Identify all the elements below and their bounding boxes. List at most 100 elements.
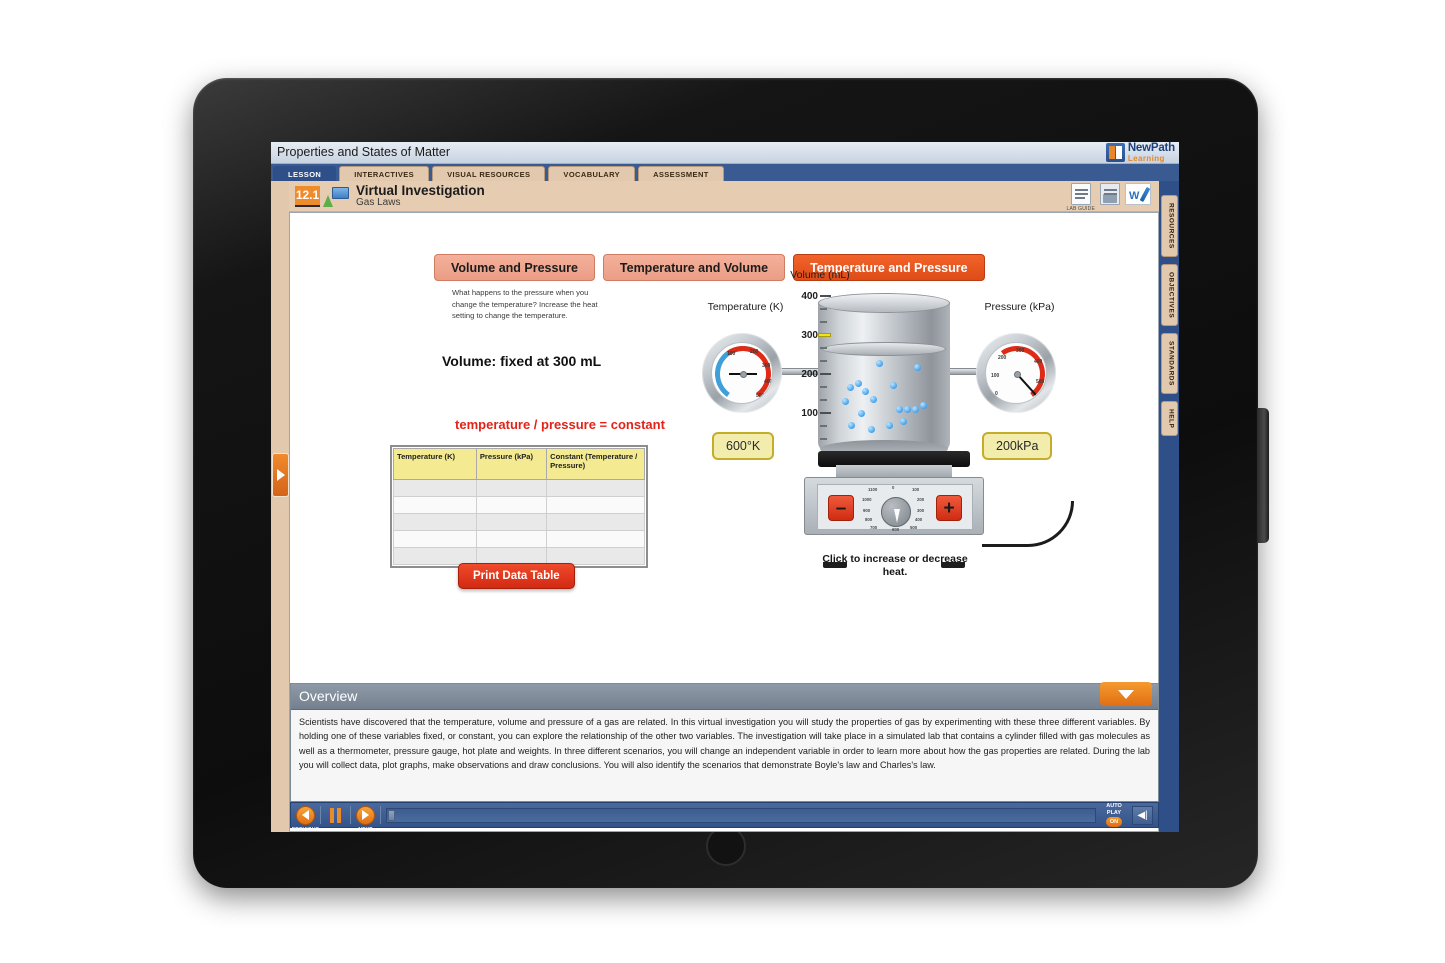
column-temperature: Temperature (K) xyxy=(393,448,477,480)
tablet-home-button[interactable] xyxy=(705,826,746,866)
main-tab-bar: LESSON INTERACTIVES VISUAL RESOURCES VOC… xyxy=(271,164,1179,181)
sidebar-item-help[interactable]: HELP xyxy=(1160,400,1178,437)
monitor-icon xyxy=(332,187,349,199)
heat-setting-dial[interactable] xyxy=(881,497,911,527)
brand-name-primary: NewPath xyxy=(1127,142,1175,154)
cell-constant[interactable] xyxy=(546,495,645,514)
dial-num-600: 600 xyxy=(892,527,900,532)
overview-collapse-button[interactable] xyxy=(1100,682,1152,706)
gas-molecule xyxy=(904,406,911,413)
dial-num-700: 700 xyxy=(870,525,878,530)
pause-button[interactable] xyxy=(326,807,345,823)
cell-temperature[interactable] xyxy=(393,478,477,497)
cell-temperature[interactable] xyxy=(393,546,477,565)
lesson-subtitle: Gas Laws xyxy=(356,196,401,208)
printer-icon xyxy=(1100,183,1120,205)
gas-molecule xyxy=(896,406,903,413)
relation-formula: temperature / pressure = constant xyxy=(455,417,665,432)
gas-molecule xyxy=(890,382,897,389)
press-num-500: 500 xyxy=(1036,379,1045,385)
table-row[interactable] xyxy=(393,478,645,497)
volume-tick-200: 200 xyxy=(801,369,818,380)
dial-num-500: 500 xyxy=(910,525,918,530)
temp-num-400: 400 xyxy=(764,379,773,385)
volume-caption: Volume (mL) xyxy=(790,269,850,281)
tab-vocabulary[interactable]: VOCABULARY xyxy=(548,166,636,181)
newpath-book-icon xyxy=(1105,143,1125,163)
pause-bar-icon xyxy=(337,807,341,823)
table-row[interactable] xyxy=(393,512,645,531)
lesson-titles: Virtual Investigation Gas Laws xyxy=(356,183,485,209)
page-title: Properties and States of Matter xyxy=(277,145,451,159)
sidebar-item-objectives[interactable]: OBJECTIVES xyxy=(1160,263,1178,326)
sidebar-item-resources[interactable]: RESOURCES xyxy=(1160,195,1178,257)
gauge-hub xyxy=(1014,371,1021,378)
arrow-left-icon xyxy=(302,810,309,820)
press-num-100: 100 xyxy=(991,373,1000,379)
tab-interactives[interactable]: INTERACTIVES xyxy=(339,166,430,181)
cell-temperature[interactable] xyxy=(393,529,477,548)
overview-header: Overview xyxy=(291,682,1158,710)
table-row[interactable] xyxy=(393,546,645,565)
dial-num-400: 400 xyxy=(915,517,923,522)
whiteboard-button[interactable]: W xyxy=(1125,183,1151,205)
expand-panel-button[interactable] xyxy=(272,453,289,497)
cell-pressure[interactable] xyxy=(475,512,548,531)
scenario-prompt: What happens to the pressure when you ch… xyxy=(452,288,598,321)
dial-num-1000: 1000 xyxy=(862,497,872,502)
temperature-caption: Temperature (K) xyxy=(707,301,784,313)
dial-num-1100: 1100 xyxy=(868,487,878,492)
overview-panel: Overview Scientists have discovered that… xyxy=(290,682,1159,802)
cell-constant[interactable] xyxy=(546,546,645,565)
column-constant: Constant (Temperature / Pressure) xyxy=(546,448,645,480)
scenario-volume-and-pressure[interactable]: Volume and Pressure xyxy=(434,254,595,281)
volume-tick-400: 400 xyxy=(801,291,818,302)
cell-constant[interactable] xyxy=(546,512,645,531)
next-label: NEXT xyxy=(358,826,373,833)
cell-pressure[interactable] xyxy=(475,529,548,548)
divider xyxy=(380,806,381,824)
cell-constant[interactable] xyxy=(546,478,645,497)
cell-pressure[interactable] xyxy=(475,546,548,565)
cell-pressure[interactable] xyxy=(475,478,548,497)
print-data-table-button[interactable]: Print Data Table xyxy=(458,563,575,589)
tab-assessment[interactable]: ASSESSMENT xyxy=(638,166,724,181)
autoplay-toggle[interactable]: AUTO PLAY ON xyxy=(1101,803,1127,827)
gas-molecule xyxy=(858,410,865,417)
overview-title: Overview xyxy=(299,688,358,704)
pressure-caption: Pressure (kPa) xyxy=(984,301,1055,313)
cell-temperature[interactable] xyxy=(393,495,477,514)
previous-button[interactable]: PREVIOUS xyxy=(292,805,319,832)
gas-molecule xyxy=(900,418,907,425)
press-num-400: 400 xyxy=(1034,359,1043,365)
lab-guide-button[interactable]: LAB GUIDE xyxy=(1067,183,1095,212)
volume-button[interactable]: ◀| xyxy=(1132,805,1153,825)
tab-lesson[interactable]: LESSON xyxy=(273,166,337,181)
cell-pressure[interactable] xyxy=(475,495,548,514)
thermometer-face: 100 200 300 400 500 xyxy=(711,342,773,404)
print-button[interactable] xyxy=(1100,183,1120,205)
fixed-variable-label: Volume: fixed at 300 mL xyxy=(442,353,602,369)
next-button[interactable]: NEXT xyxy=(356,805,375,832)
table-row[interactable] xyxy=(393,495,645,514)
cell-temperature[interactable] xyxy=(393,512,477,531)
table-row[interactable] xyxy=(393,529,645,548)
dial-num-800: 800 xyxy=(865,517,873,522)
newpath-learning-logo: NewPath Learning xyxy=(1105,142,1175,163)
data-table-container: Temperature (K) Pressure (kPa) Constant … xyxy=(390,445,648,568)
progress-bar[interactable] xyxy=(386,807,1096,823)
hot-plate-control-panel: – + 1100 0 100 1000 200 900 300 800 400 … xyxy=(817,484,973,532)
increase-heat-button[interactable]: + xyxy=(936,495,962,521)
progress-handle[interactable] xyxy=(388,809,395,821)
tablet-side-button[interactable] xyxy=(1257,408,1269,543)
dial-pointer-icon xyxy=(894,509,900,523)
divider xyxy=(320,806,321,824)
tab-visual-resources[interactable]: VISUAL RESOURCES xyxy=(432,166,546,181)
previous-label: PREVIOUS xyxy=(291,826,320,833)
thermometer-gauge: 100 200 300 400 500 xyxy=(702,333,782,413)
gas-molecule xyxy=(868,426,875,433)
dial-num-100: 100 xyxy=(912,487,920,492)
cell-constant[interactable] xyxy=(546,529,645,548)
sidebar-item-standards[interactable]: STANDARDS xyxy=(1160,332,1178,394)
decrease-heat-button[interactable]: – xyxy=(828,495,854,521)
